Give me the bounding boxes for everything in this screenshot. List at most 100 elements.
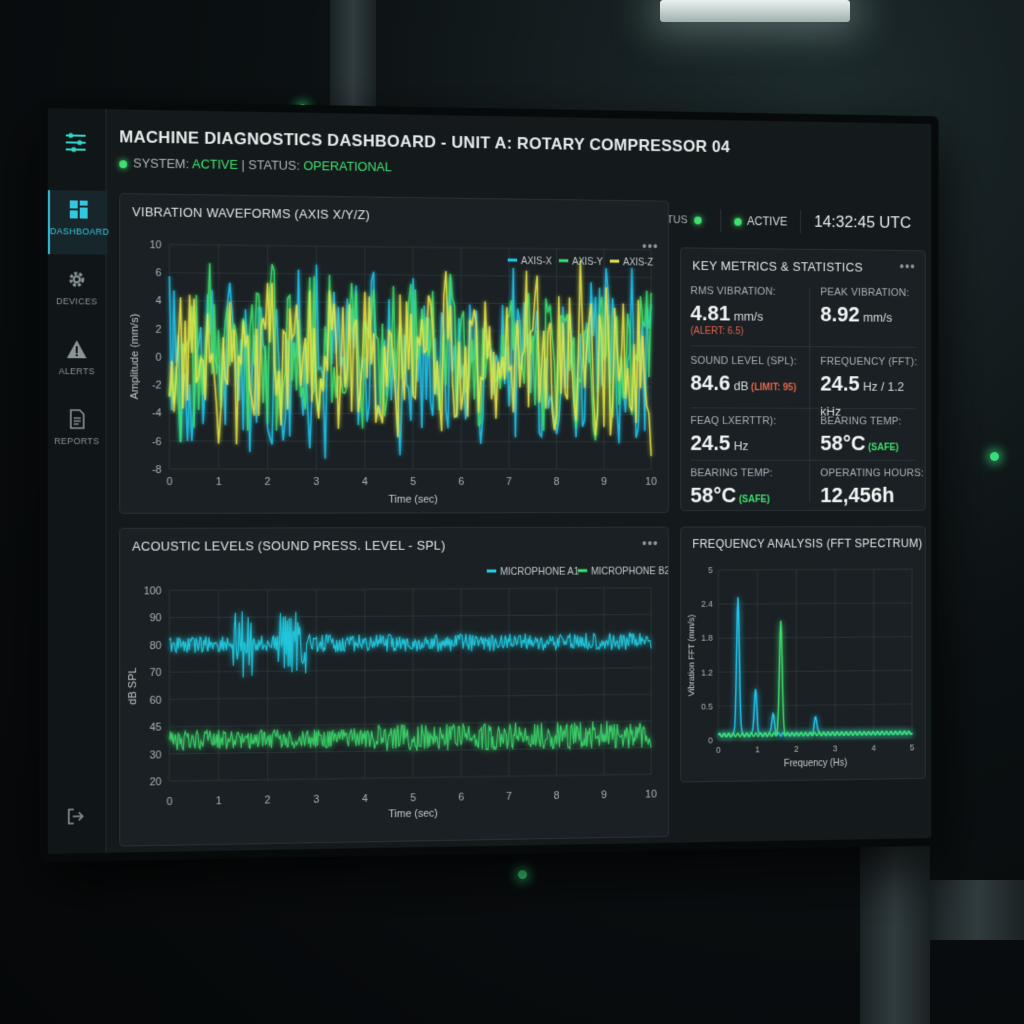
status-led [518, 870, 527, 879]
sidebar-item-devices[interactable]: DEVICES [48, 260, 105, 324]
x-tick-label: 8 [554, 790, 560, 802]
metric-label: FREQUENCY (FFT): [820, 355, 918, 368]
background-pipe [930, 880, 1024, 940]
vibration-chart: 10 6 4 2 0 -2 -4 -6 -8 0 1 2 3 4 5 6 7 8 9 10 Time (sec) Ampl… [129, 239, 657, 505]
sidebar-item-label: DEVICES [56, 296, 98, 307]
sidebar-item-label: ALERTS [58, 366, 95, 377]
divider [690, 459, 916, 461]
metric-value: 58°C [820, 430, 866, 456]
panel-menu-button[interactable]: ••• [900, 259, 916, 275]
metric-value: 84.6 [690, 370, 731, 395]
status-led [990, 452, 999, 461]
fft-chart: 5 2.4 1.8 1.2 0.5 00 1 2 3 4 5 Frequency (Hs) Vibrat… [687, 565, 925, 769]
y-tick-label: 0 [156, 352, 162, 364]
metric-value-row: 8.92 mm/s [820, 302, 909, 328]
x-tick-label: 2 [794, 744, 799, 754]
x-tick-label: 10 [645, 789, 656, 801]
metric-value: 4.81 [690, 300, 731, 326]
x-tick-label: 5 [910, 743, 915, 753]
x-tick-label: 6 [458, 792, 464, 804]
x-tick-label: 7 [506, 791, 512, 803]
y-tick-label: 0.5 [701, 701, 713, 711]
y-tick-label: 80 [150, 640, 162, 652]
metric-card: FEAQ LXERTTR): 24.5 Hz [690, 415, 776, 456]
grid-line [718, 569, 912, 570]
sidebar-item-label: REPORTS [54, 436, 100, 447]
sidebar-item-alerts[interactable]: ALERTS [48, 330, 105, 394]
metric-unit: dB [730, 378, 749, 394]
x-tick-label: 8 [554, 476, 560, 488]
system-status-line: SYSTEM: ACTIVE | STATUS: OPERATIONAL [119, 155, 392, 174]
metric-card: FREQUENCY (FFT): 24.5 Hz / 1.2 kHz [820, 356, 925, 422]
y-tick-label: -4 [152, 408, 162, 420]
y-tick-label: 45 [150, 722, 162, 734]
metric-card: OPERATING HOURS: 12,456h [820, 468, 924, 508]
grid-line [169, 273, 651, 278]
legend-label: AXIS-Y [572, 257, 603, 268]
x-tick-label: 6 [458, 476, 464, 488]
grid-line [718, 738, 912, 740]
sidebar-item-dashboard[interactable]: DASHBOARD [47, 190, 109, 255]
metric-label: BEARING TEMP: [690, 467, 773, 480]
x-tick-label: 3 [833, 744, 838, 754]
metric-value-row: 4.81 mm/s [690, 301, 775, 327]
y-axis-label: Vibration FFT (mm/s) [687, 614, 696, 696]
sidebar-item-reports[interactable]: REPORTS [48, 400, 105, 464]
metric-label: OPERATING HOURS: [820, 467, 924, 480]
menu-toggle-button[interactable] [62, 130, 90, 154]
metric-unit: Hz [730, 438, 749, 453]
legend-label: AXIS-Z [623, 257, 653, 268]
x-tick-label: 4 [362, 793, 368, 805]
y-tick-label: 60 [150, 694, 162, 706]
monitor: DASHBOARD DEVICES ALERTS REPORTS MACHINE… [40, 100, 939, 862]
y-tick-label: -8 [152, 464, 162, 476]
panel-title: KEY METRICS & STATISTICS [692, 258, 863, 275]
y-tick-label: 1.2 [701, 667, 713, 677]
metric-label: FEAQ LXERTTR): [690, 415, 777, 427]
status-dot [694, 216, 702, 225]
divider [720, 209, 722, 233]
vibration-panel: VIBRATION WAVEFORMS (AXIS X/Y/Z) ••• 10 6… [119, 193, 669, 514]
metric-value-row: 84.6 dB (LIMIT: 95) [690, 371, 796, 397]
dashboard-icon [69, 200, 88, 220]
acoustic-chart: 100908070604530200 1 2 3 4 5 6 7 8 9 10Time (sec)d… [127, 528, 668, 821]
x-tick-label: 9 [601, 789, 607, 801]
legend-label: MICROPHONE B2 [591, 566, 668, 577]
metrics-grid: RMS VIBRATION: 4.81 mm/s (ALERT: 6.5) PEAK … [681, 248, 925, 507]
metric-label: RMS VIBRATION: [690, 285, 776, 298]
x-tick-label: 1 [216, 476, 222, 488]
y-tick-label: 6 [156, 267, 162, 279]
status-separator: | STATUS: [241, 157, 300, 173]
dashboard-screen: DASHBOARD DEVICES ALERTS REPORTS MACHINE… [47, 108, 932, 854]
divider [690, 345, 916, 348]
x-tick-label: 5 [410, 476, 416, 488]
metric-value: 58°C [690, 482, 737, 508]
metric-value-row: 24.5 Hz / 1.2 kHz [820, 371, 925, 421]
divider [690, 407, 916, 410]
y-tick-label: -6 [152, 436, 162, 448]
x-axis-label: Time (sec) [388, 808, 437, 821]
metric-card: PEAK VIBRATION: 8.92 mm/s [820, 287, 909, 328]
metric-value: 24.5 [820, 371, 860, 396]
x-tick-label: 2 [265, 794, 271, 806]
x-tick-label: 3 [313, 794, 319, 806]
x-tick-label: 2 [265, 476, 271, 488]
metric-card: SOUND LEVEL (SPL): 84.6 dB (LIMIT: 95) [690, 355, 796, 396]
x-tick-label: 4 [871, 743, 876, 753]
page-title: MACHINE DIAGNOSTICS DASHBOARD - UNIT A: … [119, 127, 731, 157]
metric-value: 8.92 [820, 301, 860, 327]
y-tick-label: 1.8 [701, 633, 713, 643]
status-dot [119, 159, 128, 168]
metric-value: 24.5 [690, 430, 731, 455]
active-indicator: ACTIVE [734, 214, 787, 228]
grid-line [169, 721, 651, 727]
metric-note: (SAFE) [865, 442, 899, 454]
grid-line [718, 670, 912, 672]
logout-icon [66, 806, 86, 826]
x-tick-label: 9 [601, 476, 607, 488]
divider [809, 288, 811, 503]
y-axis-label: dB SPL [127, 667, 139, 704]
logout-button[interactable] [66, 806, 86, 831]
grid-line [169, 694, 651, 699]
y-tick-label: 0 [708, 736, 713, 746]
